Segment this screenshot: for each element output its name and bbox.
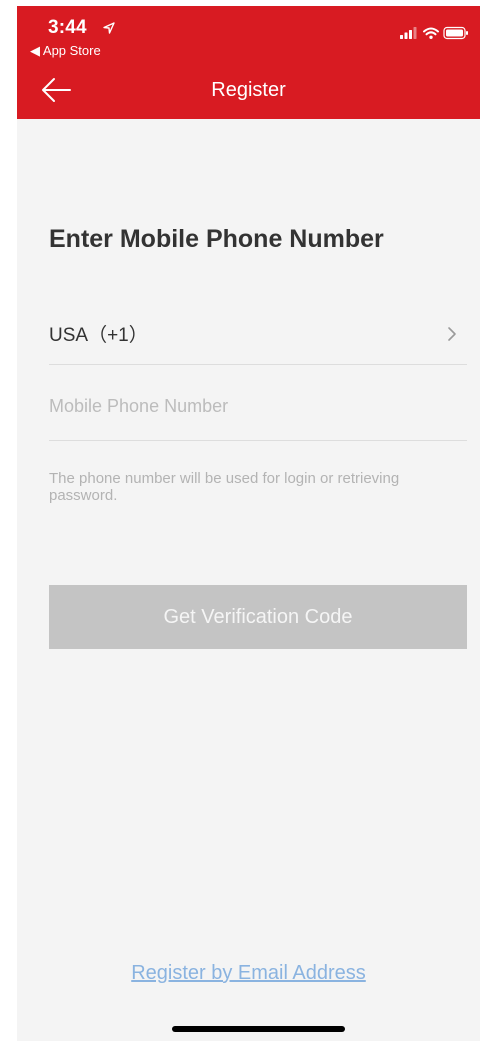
home-indicator [172, 1026, 345, 1032]
get-verification-code-button[interactable]: Get Verification Code [49, 585, 467, 649]
register-by-email-link[interactable]: Register by Email Address [17, 962, 480, 985]
location-arrow-icon [103, 22, 115, 34]
chevron-right-icon [448, 327, 456, 341]
status-icons [400, 26, 468, 40]
country-selector[interactable]: USA（+1） [49, 306, 467, 365]
phone-field-row [49, 382, 467, 441]
battery-icon [443, 26, 468, 40]
form-heading: Enter Mobile Phone Number [49, 225, 384, 253]
country-code-label: USA（+1） [49, 325, 148, 346]
mobile-phone-input[interactable] [49, 396, 467, 417]
back-to-app-store-link[interactable]: ◀ App Store [30, 43, 101, 59]
signal-icon [400, 27, 417, 39]
helper-text: The phone number will be used for login … [49, 470, 400, 504]
wifi-icon [423, 27, 439, 39]
status-time: 3:44 [48, 17, 87, 38]
page-title: Register [211, 79, 286, 101]
app-screen: 3:44 ◀ App Store Register Enter Mobile P… [17, 6, 480, 1041]
header-bar: 3:44 ◀ App Store Register [17, 6, 480, 119]
